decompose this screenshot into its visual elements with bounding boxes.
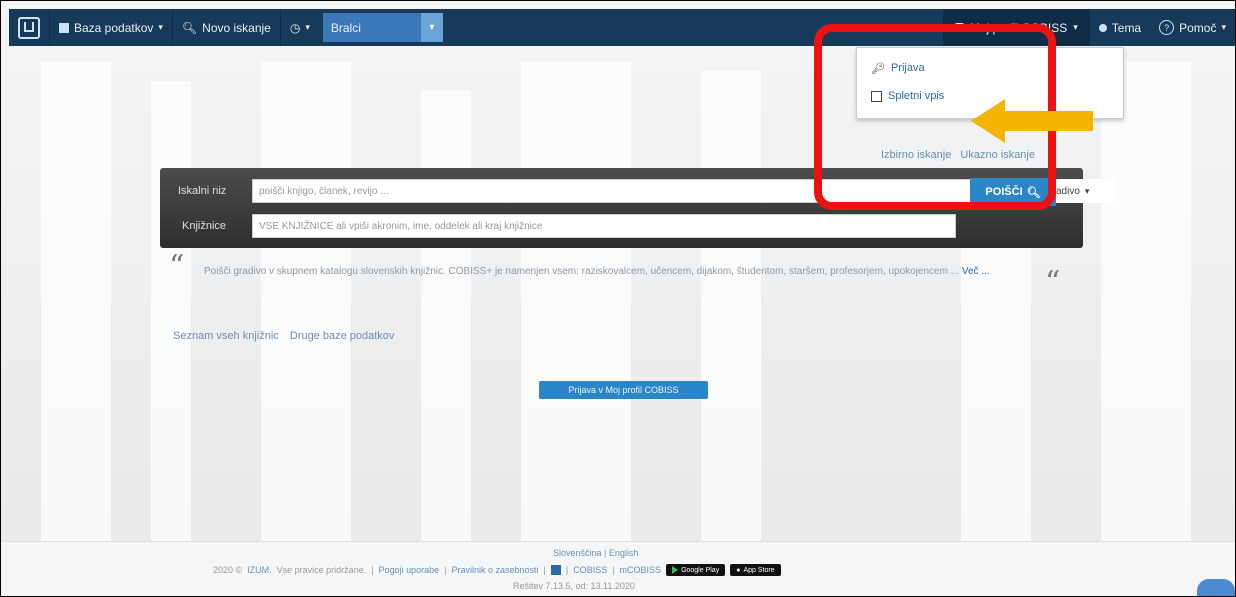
mode-select-chevron-icon[interactable]: ▾ <box>420 13 443 42</box>
theme-icon <box>1098 23 1107 32</box>
google-play-badge[interactable]: Google Play <box>666 564 726 576</box>
version-text: Rešitev 7.13.5, od: 13.11.2020 <box>513 581 635 591</box>
cobiss-link[interactable]: COBISS <box>573 565 607 575</box>
facebook-icon[interactable] <box>550 565 561 575</box>
all-libraries-link[interactable]: Seznam vseh knjižnic <box>173 330 279 342</box>
help-menu[interactable]: ? Pomoč ▾ <box>1150 9 1235 46</box>
theme-menu[interactable]: Tema <box>1090 9 1150 46</box>
mode-select[interactable]: Bralci ▾ <box>322 13 443 42</box>
language-switch: Slovenščina | English <box>553 548 639 558</box>
help-icon: ? <box>1159 20 1175 35</box>
database-menu[interactable]: Baza podatkov ▾ <box>50 9 173 46</box>
chevron-down-icon: ▾ <box>158 22 163 32</box>
other-databases-link[interactable]: Druge baze podatkov <box>290 330 395 342</box>
history-icon: ◷ <box>289 20 301 35</box>
theme-label: Tema <box>1111 20 1142 35</box>
chevron-down-icon: ▾ <box>1084 185 1090 196</box>
history-menu[interactable]: ◷ ▾ <box>281 9 319 46</box>
database-icon <box>59 22 69 33</box>
chevron-down-icon: ▾ <box>1073 22 1078 32</box>
footer: Slovenščina | English 2020 © IZUM. Vse p… <box>1 541 1235 596</box>
lang-slovenian-link[interactable]: Slovenščina <box>553 548 602 558</box>
rights-text: Vse pravice pridržane. <box>276 565 367 575</box>
intro-quote-text: Poišči gradivo v skupnem katalogu sloven… <box>204 266 960 277</box>
home-logo-button[interactable] <box>9 9 50 46</box>
google-play-label: Google Play <box>681 566 720 574</box>
libraries-label: Knjižnice <box>182 220 227 232</box>
app-store-label: App Store <box>743 566 775 574</box>
query-label: Iskalni niz <box>178 185 227 197</box>
terms-link[interactable]: Pogoji uporabe <box>379 565 440 575</box>
library-links: Seznam vseh knjižnic Druge baze podatkov <box>173 330 402 342</box>
mode-select-value: Bralci <box>330 20 361 35</box>
new-search-label: Novo iskanje <box>202 20 271 35</box>
quote-mark-open: “ <box>169 249 185 284</box>
help-label: Pomoč <box>1179 20 1217 35</box>
apple-icon: ● <box>736 566 741 574</box>
copyright-year: 2020 © <box>213 565 243 575</box>
search-icon: 🔍︎ <box>181 20 198 35</box>
app-store-badge[interactable]: ● App Store <box>730 564 781 576</box>
login-my-profile-button[interactable]: Prijava v Moj profil COBISS <box>539 381 708 399</box>
lang-english-link[interactable]: English <box>609 548 639 558</box>
read-more-link[interactable]: Več ... <box>962 266 990 277</box>
chat-widget-icon[interactable] <box>1197 579 1235 596</box>
chevron-down-icon: ▾ <box>305 22 310 32</box>
cobiss-logo-icon <box>18 16 40 39</box>
libraries-input[interactable]: VSE KNJIŽNICE ali vpiši akronim, ime, od… <box>252 214 956 238</box>
privacy-link[interactable]: Pravilnik o zasebnosti <box>451 565 538 575</box>
app-window: Baza podatkov ▾ 🔍︎ Novo iskanje ◷ ▾ Bral… <box>0 0 1236 597</box>
quote-mark-close: “ <box>1045 265 1061 300</box>
query-placeholder: poišči knjigo, članek, revijo ... <box>259 185 389 197</box>
libraries-placeholder: VSE KNJIŽNICE ali vpiši akronim, ime, od… <box>259 220 543 232</box>
google-play-icon <box>672 566 679 574</box>
footer-links: 2020 © IZUM. Vse pravice pridržane. | Po… <box>213 564 781 576</box>
database-menu-label: Baza podatkov <box>74 20 154 35</box>
yellow-arrow-icon <box>971 99 1093 143</box>
izum-link[interactable]: IZUM. <box>247 565 272 575</box>
intro-quote: Poišči gradivo v skupnem katalogu sloven… <box>204 264 1034 279</box>
chevron-down-icon: ▾ <box>1221 22 1226 32</box>
mcobiss-link[interactable]: mCOBISS <box>620 565 662 575</box>
new-search-button[interactable]: 🔍︎ Novo iskanje <box>173 9 281 46</box>
